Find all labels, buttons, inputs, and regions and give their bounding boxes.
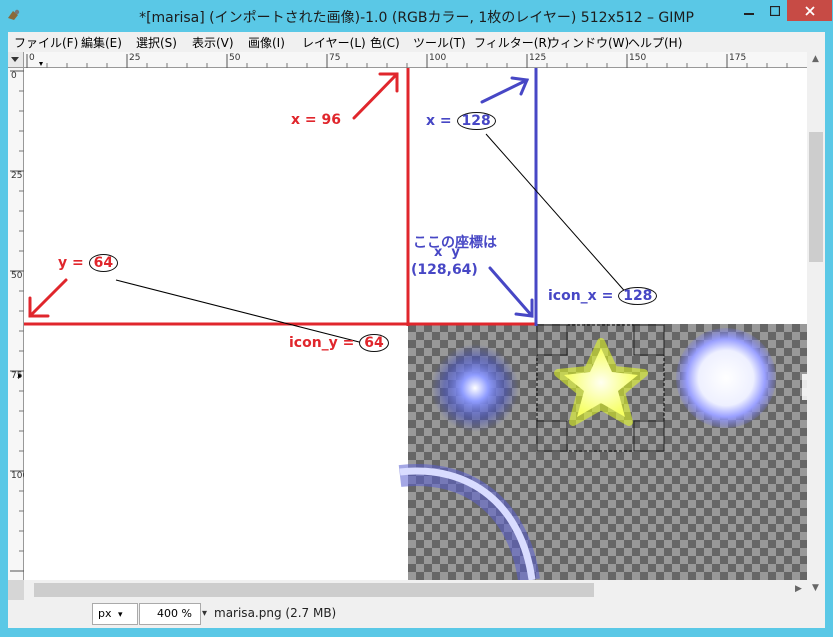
ruler-ticks bbox=[10, 70, 24, 572]
menu-file[interactable]: ファイル(F) bbox=[14, 34, 78, 51]
annotation-value: 128 bbox=[456, 112, 496, 130]
annotation-value: 64 bbox=[88, 254, 119, 272]
annotation-icon-x: icon_x = 128 bbox=[548, 287, 658, 305]
horizontal-ruler[interactable]: 0 25 50 75 100 125 150 175 bbox=[24, 52, 807, 68]
close-icon bbox=[804, 5, 815, 16]
annotation-prefix: icon_x = bbox=[548, 288, 614, 304]
menu-view[interactable]: 表示(V) bbox=[192, 34, 234, 51]
vertical-scrollbar[interactable]: ▲ ▼ bbox=[807, 52, 825, 600]
menu-tools[interactable]: ツール(T) bbox=[413, 34, 466, 51]
image-workarea: 0 25 50 75 100 125 150 175 0 25 50 75 10… bbox=[8, 52, 825, 600]
image-canvas[interactable]: x = 96 x = 128 y = 64 ここの座標は x y (128,64… bbox=[24, 68, 807, 580]
ruler-label: 25 bbox=[11, 171, 23, 181]
ruler-label: 25 bbox=[129, 53, 141, 63]
red-arrow-icon bbox=[28, 278, 68, 318]
ruler-label: 50 bbox=[11, 271, 23, 281]
menu-bar: ファイル(F) 編集(E) 選択(S) 表示(V) 画像(I) レイヤー(L) … bbox=[8, 32, 825, 52]
ruler-ticks bbox=[26, 54, 788, 68]
menu-layer[interactable]: レイヤー(L) bbox=[302, 34, 366, 51]
gimp-window: *[marisa] (インポートされた画像)-1.0 (RGBカラー, 1枚のレ… bbox=[0, 0, 833, 637]
annotation-prefix: icon_y = bbox=[289, 335, 355, 351]
menu-help[interactable]: ヘルプ(H) bbox=[628, 34, 682, 51]
annotation-value: 128 bbox=[618, 287, 658, 305]
menu-colors[interactable]: 色(C) bbox=[370, 34, 400, 51]
zoom-value: 400 % bbox=[157, 607, 192, 620]
menu-windows[interactable]: ウィンドウ(W) bbox=[548, 34, 629, 51]
ruler-label: 125 bbox=[529, 53, 547, 63]
small-glow-sprite bbox=[431, 344, 519, 432]
ruler-label: 0 bbox=[11, 71, 17, 81]
annotation-value: 64 bbox=[359, 334, 389, 352]
status-bar: px ▾ 400 % ▾ marisa.png (2.7 MB) bbox=[8, 600, 825, 628]
ruler-label: 150 bbox=[629, 53, 647, 63]
annotation-x128: x = 128 bbox=[426, 112, 496, 130]
zoom-select[interactable]: 400 % bbox=[139, 603, 201, 625]
connector-line bbox=[485, 133, 630, 297]
ruler-label: 50 bbox=[229, 53, 241, 63]
annotation-icon-y: icon_y = 64 bbox=[289, 334, 389, 352]
menu-select[interactable]: 選択(S) bbox=[136, 34, 177, 51]
maximize-button[interactable] bbox=[762, 0, 788, 21]
large-orb-sprite bbox=[676, 328, 776, 428]
ruler-label: 75 bbox=[329, 53, 341, 63]
annotation-prefix: x = bbox=[426, 113, 452, 129]
scroll-down-icon[interactable]: ▼ bbox=[812, 583, 819, 593]
close-button[interactable] bbox=[787, 0, 832, 21]
unit-value: px bbox=[98, 607, 112, 620]
scroll-up-icon[interactable]: ▲ bbox=[812, 54, 819, 64]
ruler-label: 175 bbox=[729, 53, 747, 63]
annotation-y64: y = 64 bbox=[58, 254, 119, 272]
vertical-ruler[interactable]: 0 25 50 75 100 bbox=[8, 68, 29, 580]
chevron-down-icon[interactable]: ▾ bbox=[202, 603, 212, 625]
chevron-down-icon: ▾ bbox=[118, 610, 123, 620]
vertical-scroll-thumb[interactable] bbox=[809, 132, 823, 262]
title-bar[interactable]: *[marisa] (インポートされた画像)-1.0 (RGBカラー, 1枚のレ… bbox=[0, 0, 833, 32]
red-arrow-icon bbox=[352, 72, 399, 120]
blue-arrow-icon bbox=[488, 266, 534, 318]
annotation-prefix: y = bbox=[58, 255, 84, 271]
ruler-label: 100 bbox=[429, 53, 447, 63]
ruler-label: 100 bbox=[11, 471, 29, 481]
annotation-coord-axes: x y bbox=[434, 245, 460, 260]
unit-select[interactable]: px ▾ bbox=[92, 603, 138, 625]
horizontal-scroll-thumb[interactable] bbox=[34, 583, 594, 597]
scroll-right-icon[interactable]: ▶ bbox=[795, 584, 802, 594]
annotation-x96: x = 96 bbox=[291, 112, 341, 128]
window-title: *[marisa] (インポートされた画像)-1.0 (RGBカラー, 1枚のレ… bbox=[139, 10, 694, 26]
menu-edit[interactable]: 編集(E) bbox=[81, 34, 122, 51]
quick-mask-toggle[interactable] bbox=[8, 52, 24, 68]
menu-image[interactable]: 画像(I) bbox=[248, 34, 285, 51]
menu-filters[interactable]: フィルター(R) bbox=[474, 34, 551, 51]
canvas-drawing bbox=[24, 68, 807, 580]
minimize-button[interactable] bbox=[736, 0, 762, 21]
ruler-label: 75 bbox=[11, 371, 23, 381]
blue-arrow-icon bbox=[480, 76, 530, 104]
triangle-icon bbox=[11, 57, 19, 62]
ruler-label: 0 bbox=[29, 53, 35, 63]
horizontal-scrollbar[interactable]: ▶ bbox=[24, 580, 807, 600]
file-info: marisa.png (2.7 MB) bbox=[214, 606, 337, 620]
annotation-coord-value: (128,64) bbox=[411, 262, 478, 278]
